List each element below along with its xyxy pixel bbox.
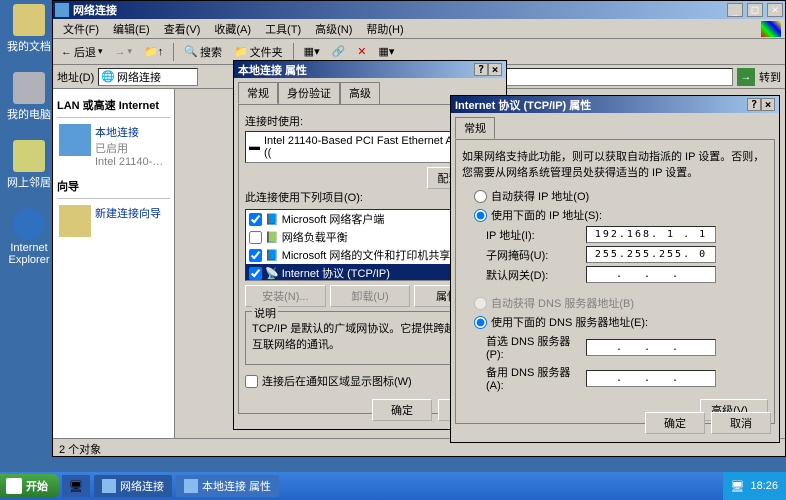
tab-advanced[interactable]: 高级 <box>340 82 380 104</box>
subnet-mask-input[interactable]: 255.255.255. 0 <box>586 246 716 263</box>
item-check-2[interactable] <box>249 249 262 262</box>
wizard-icon <box>59 205 91 237</box>
menu-favorites[interactable]: 收藏(A) <box>208 19 257 39</box>
item-check-0[interactable] <box>249 213 262 226</box>
dns2-input[interactable]: . . . <box>586 370 716 387</box>
desktop-icon-documents[interactable]: 我的文档 <box>4 4 54 54</box>
ok-button[interactable]: 确定 <box>372 399 432 421</box>
new-connection-wizard[interactable]: 新建连接向导 <box>57 199 170 243</box>
auto-ip-radio[interactable] <box>474 190 487 203</box>
dns1-label: 首选 DNS 服务器(P): <box>486 333 586 361</box>
maximize-button[interactable]: □ <box>747 3 763 17</box>
manual-ip-radio[interactable] <box>474 209 487 222</box>
intro-text: 如果网络支持此功能，则可以获取自动指派的 IP 设置。否则，您需要从网络系统管理… <box>462 148 768 180</box>
item-check-3[interactable] <box>249 267 262 280</box>
quick-launch-icon[interactable]: 🖥 <box>62 475 90 497</box>
menu-view[interactable]: 查看(V) <box>158 19 207 39</box>
install-button[interactable]: 安装(N)... <box>245 285 326 307</box>
views-button[interactable]: ▦▾ <box>300 43 324 60</box>
menu-advanced[interactable]: 高级(N) <box>309 19 358 39</box>
properties-icon <box>184 479 198 493</box>
windows-flag-icon <box>6 478 22 494</box>
tool-delete-icon[interactable]: ✕ <box>353 43 370 60</box>
mask-label: 子网掩码(U): <box>486 247 586 263</box>
help-button[interactable]: ? <box>474 63 488 76</box>
connection-adapter: Intel 21140-… <box>95 156 163 168</box>
sidebar-header-lan: LAN 或高速 Internet <box>57 93 170 118</box>
go-button[interactable]: → <box>737 68 755 86</box>
window-title: 网络连接 <box>73 2 726 18</box>
uninstall-button: 卸载(U) <box>330 285 411 307</box>
sidebar-header-wizard: 向导 <box>57 174 170 199</box>
desktop-icon-computer[interactable]: 我的电脑 <box>4 72 54 122</box>
close-button[interactable]: × <box>767 3 783 17</box>
menubar: 文件(F) 编辑(E) 查看(V) 收藏(A) 工具(T) 高级(N) 帮助(H… <box>53 19 785 39</box>
taskbar-item-network[interactable]: 网络连接 <box>94 475 172 497</box>
manual-dns-radio[interactable] <box>474 316 487 329</box>
minimize-button[interactable]: _ <box>727 3 743 17</box>
connection-item[interactable]: 本地连接 已启用 Intel 21140-… <box>57 118 170 174</box>
gateway-input[interactable]: . . . <box>586 266 716 283</box>
clock: 18:26 <box>750 480 778 492</box>
start-button[interactable]: 开始 <box>0 474 60 498</box>
network-icon <box>55 3 69 17</box>
connection-name: 本地连接 <box>95 124 163 140</box>
system-tray[interactable]: 🖥 18:26 <box>723 472 786 500</box>
auto-dns-radio <box>474 297 487 310</box>
dns2-label: 备用 DNS 服务器(A): <box>486 364 586 392</box>
taskbar-item-properties[interactable]: 本地连接 属性 <box>176 475 279 497</box>
dialog-titlebar[interactable]: 本地连接 属性 ?× <box>234 61 506 78</box>
dialog-titlebar[interactable]: Internet 协议 (TCP/IP) 属性 ?× <box>451 96 779 113</box>
menu-edit[interactable]: 编辑(E) <box>107 19 156 39</box>
connection-icon <box>59 124 91 156</box>
tab-general[interactable]: 常规 <box>238 82 278 104</box>
taskbar: 开始 🖥 网络连接 本地连接 属性 🖥 18:26 <box>0 472 786 500</box>
desktop-icon-network[interactable]: 网上邻居 <box>4 140 54 190</box>
back-button[interactable]: ← 后退 ▾ <box>57 42 107 62</box>
close-button[interactable]: × <box>761 98 775 111</box>
cancel-button[interactable]: 取消 <box>711 412 771 434</box>
go-label: 转到 <box>759 69 781 85</box>
tcpip-properties-dialog: Internet 协议 (TCP/IP) 属性 ?× 常规 如果网络支持此功能，… <box>450 95 780 443</box>
network-icon: 🌐 <box>101 70 115 83</box>
window-titlebar[interactable]: 网络连接 _ □ × <box>53 1 785 19</box>
up-button[interactable]: 📁↑ <box>140 43 167 60</box>
gateway-label: 默认网关(D): <box>486 267 586 283</box>
tab-general[interactable]: 常规 <box>455 117 495 139</box>
address-label: 地址(D) <box>57 69 94 85</box>
forward-button: → ▾ <box>111 44 137 60</box>
notify-label: 连接后在通知区域显示图标(W) <box>262 373 412 389</box>
notify-checkbox[interactable] <box>245 375 258 388</box>
item-check-1[interactable] <box>249 231 262 244</box>
address-input[interactable]: 🌐 网络连接 <box>98 68 198 86</box>
ok-button[interactable]: 确定 <box>645 412 705 434</box>
ip-address-input[interactable]: 192.168. 1 . 1 <box>586 226 716 243</box>
tab-auth[interactable]: 身份验证 <box>278 82 340 104</box>
menu-file[interactable]: 文件(F) <box>57 19 105 39</box>
tool-icon-1[interactable]: 🔗 <box>328 43 350 60</box>
ip-label: IP 地址(I): <box>486 227 586 243</box>
menu-tools[interactable]: 工具(T) <box>259 19 307 39</box>
help-button[interactable]: ? <box>747 98 761 111</box>
connection-status: 已启用 <box>95 140 163 156</box>
close-button[interactable]: × <box>488 63 502 76</box>
adapter-icon: ▬ <box>249 141 260 153</box>
desktop-icon-ie[interactable]: Internet Explorer <box>4 208 54 266</box>
tool-icon-3[interactable]: ▦▾ <box>375 43 399 60</box>
folders-button[interactable]: 📁 文件夹 <box>230 42 287 62</box>
windows-logo-icon <box>761 21 781 37</box>
goto-input[interactable] <box>482 68 733 86</box>
tray-icon[interactable]: 🖥 <box>731 480 745 493</box>
menu-help[interactable]: 帮助(H) <box>360 19 409 39</box>
dns1-input[interactable]: . . . <box>586 339 716 356</box>
sidebar: LAN 或高速 Internet 本地连接 已启用 Intel 21140-… … <box>53 89 175 439</box>
search-button[interactable]: 🔍 搜索 <box>180 42 226 62</box>
network-icon <box>102 479 116 493</box>
